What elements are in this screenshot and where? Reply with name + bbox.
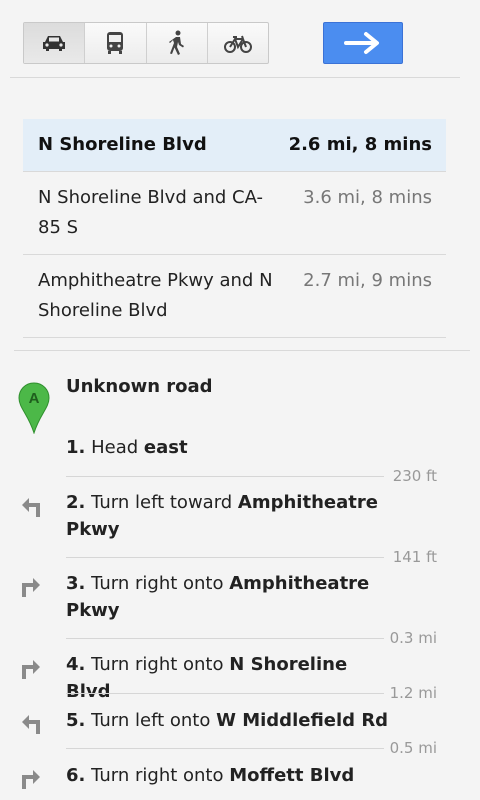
step-road: W Middlefield Rd [216, 710, 389, 731]
direction-step-5[interactable]: 5. Turn left onto W Middlefield Rd [66, 707, 396, 734]
step-separator [66, 557, 384, 558]
travel-mode-toolbar [23, 22, 269, 64]
mode-driving-button[interactable] [24, 23, 86, 63]
route-option-3[interactable]: Amphitheatre Pkwy and N Shoreline Blvd 2… [23, 255, 446, 338]
step-text: Turn right onto [91, 765, 230, 786]
direction-step-3[interactable]: 3. Turn right onto Amphitheatre Pkwy [66, 570, 396, 624]
route-list: N Shoreline Blvd 2.6 mi, 8 mins N Shorel… [23, 119, 446, 338]
direction-step-4[interactable]: 4. Turn right onto N Shoreline Blvd [66, 651, 396, 705]
step-number: 6. [66, 765, 86, 786]
step-separator [66, 638, 384, 639]
turn-right-icon [22, 770, 40, 789]
route-name: Amphitheatre Pkwy and N Shoreline Blvd [38, 270, 273, 321]
mode-transit-button[interactable] [85, 23, 147, 63]
get-directions-button[interactable] [323, 22, 403, 64]
step-distance: 141 ft [392, 548, 437, 566]
divider [10, 77, 460, 78]
start-location-label: Unknown road [66, 376, 213, 397]
direction-step-2[interactable]: 2. Turn left toward Amphitheatre Pkwy [66, 489, 396, 543]
turn-right-icon [22, 578, 40, 597]
arrow-right-icon [344, 32, 379, 54]
step-separator [66, 476, 384, 477]
divider [14, 350, 470, 351]
walk-icon [168, 30, 184, 55]
route-name: N Shoreline Blvd and CA-85 S [38, 187, 264, 238]
car-icon [43, 36, 66, 51]
turn-left-icon [22, 498, 40, 517]
bus-icon [107, 32, 124, 54]
direction-step-6[interactable]: 6. Turn right onto Moffett Blvd [66, 762, 396, 789]
step-number: 1. [66, 437, 86, 458]
step-number: 2. [66, 492, 86, 513]
start-marker-icon: A [18, 382, 50, 434]
step-distance: 0.5 mi [389, 739, 437, 757]
step-text: Turn right onto [91, 573, 230, 594]
step-separator [66, 748, 384, 749]
route-option-1[interactable]: N Shoreline Blvd 2.6 mi, 8 mins [23, 119, 446, 172]
mode-biking-button[interactable] [208, 23, 268, 63]
bike-icon [223, 35, 252, 53]
step-text: Turn left toward [91, 492, 238, 513]
route-distance: 3.6 mi, 8 mins [303, 187, 432, 208]
step-road: east [143, 437, 188, 458]
step-number: 3. [66, 573, 86, 594]
start-marker-letter: A [29, 390, 40, 407]
step-distance: 0.3 mi [389, 629, 437, 647]
step-road: Moffett Blvd [229, 765, 355, 786]
step-distance: 230 ft [392, 467, 437, 485]
route-distance: 2.7 mi, 9 mins [303, 270, 432, 291]
step-distance: 1.2 mi [389, 684, 437, 702]
step-number: 5. [66, 710, 86, 731]
route-option-2[interactable]: N Shoreline Blvd and CA-85 S 3.6 mi, 8 m… [23, 172, 446, 255]
step-number: 4. [66, 654, 86, 675]
direction-step-1[interactable]: 1. Head east [66, 434, 396, 461]
route-name: N Shoreline Blvd [38, 134, 207, 155]
mode-walking-button[interactable] [147, 23, 208, 63]
route-distance: 2.6 mi, 8 mins [288, 134, 432, 155]
step-text: Head [91, 437, 144, 458]
turn-right-icon [22, 660, 40, 679]
step-separator [66, 693, 384, 694]
step-text: Turn left onto [91, 710, 217, 731]
step-text: Turn right onto [91, 654, 230, 675]
turn-left-icon [22, 715, 40, 734]
